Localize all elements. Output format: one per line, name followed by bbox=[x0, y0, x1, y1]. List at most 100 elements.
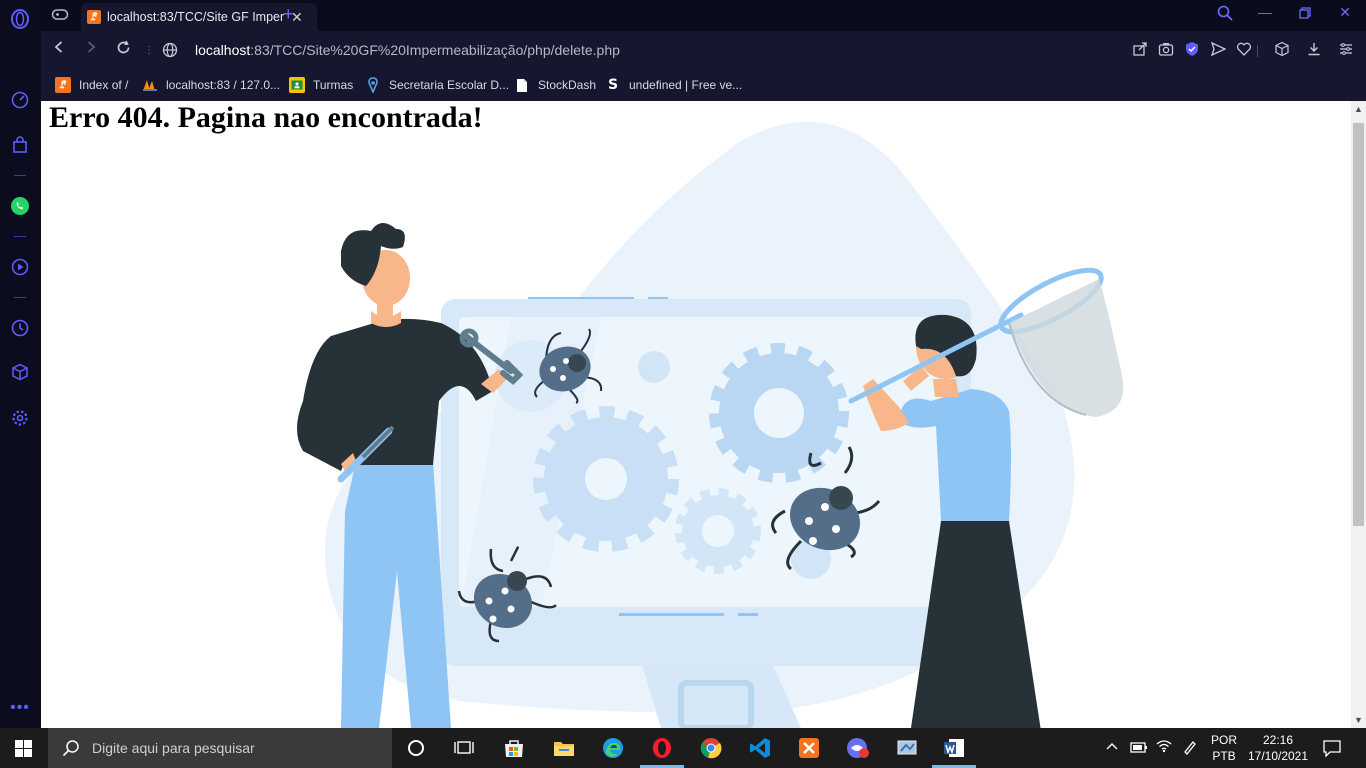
bug-hunting-illustration bbox=[297, 121, 1124, 728]
whatsapp-icon[interactable] bbox=[10, 196, 30, 216]
secretaria-icon bbox=[365, 77, 381, 93]
easy-setup-icon[interactable] bbox=[1337, 41, 1355, 59]
tab-strip: ꗓ localhost:83/TCC/Site GF Impermeabiliz… bbox=[41, 0, 1366, 31]
phpmyadmin-icon bbox=[142, 77, 158, 93]
page-scrollbar[interactable]: ▲ ▼ bbox=[1351, 101, 1366, 728]
gear-large-icon bbox=[533, 406, 679, 552]
share-icon[interactable] bbox=[1131, 41, 1149, 59]
clock-time: 22:16 bbox=[1262, 733, 1294, 747]
scroll-down-arrow-icon[interactable]: ▼ bbox=[1351, 712, 1366, 728]
pen-ink-icon[interactable] bbox=[1182, 739, 1198, 758]
deco-circle bbox=[638, 351, 670, 383]
xampp-favicon-icon: ꗓ bbox=[87, 10, 101, 24]
chrome-icon[interactable] bbox=[699, 736, 723, 760]
windows-taskbar: Digite aqui para pesquisar POR PTB 22:16… bbox=[0, 728, 1366, 768]
opera-menu-icon[interactable] bbox=[10, 9, 30, 29]
bookmark-phpmyadmin[interactable]: localhost:83 / 127.0... bbox=[142, 76, 280, 94]
bookmark-stockdash[interactable]: StockDash bbox=[514, 76, 596, 94]
forward-icon[interactable] bbox=[81, 40, 101, 59]
send-flow-icon[interactable] bbox=[1209, 41, 1227, 59]
classroom-icon bbox=[289, 77, 305, 93]
battery-icon[interactable] bbox=[1130, 740, 1148, 757]
tab-active[interactable]: ꗓ localhost:83/TCC/Site GF Impermeabiliz… bbox=[81, 3, 317, 31]
opera-taskbar-icon[interactable] bbox=[650, 736, 674, 760]
scrollbar-thumb[interactable] bbox=[1353, 123, 1364, 526]
language-indicator[interactable]: POR PTB bbox=[1206, 732, 1242, 764]
deco-line bbox=[738, 613, 758, 616]
bookmark-heart-icon[interactable] bbox=[1235, 41, 1253, 59]
taskbar-search-box[interactable]: Digite aqui para pesquisar bbox=[48, 728, 392, 768]
keyboard-layout: PTB bbox=[1212, 749, 1236, 763]
bookmark-label: Index of / bbox=[79, 78, 129, 92]
url-field[interactable]: localhost:83/TCC/Site%20GF%20Impermeabil… bbox=[195, 42, 620, 58]
reload-icon[interactable] bbox=[113, 40, 133, 60]
vpn-shield-icon[interactable] bbox=[1183, 41, 1201, 59]
address-bar-row: ⋮ localhost:83/TCC/Site%20GF%20Impermeab… bbox=[41, 31, 1366, 69]
page-viewport: Erro 404. Pagina nao encontrada! bbox=[41, 101, 1351, 728]
bookmark-label: localhost:83 / 127.0... bbox=[166, 78, 281, 92]
xampp-icon: ꗓ bbox=[55, 77, 71, 93]
bookmark-label: StockDash bbox=[538, 78, 597, 92]
history-icon[interactable] bbox=[10, 318, 30, 338]
back-icon[interactable] bbox=[49, 40, 69, 59]
cortana-icon[interactable] bbox=[404, 736, 428, 760]
gaming-controller-icon[interactable] bbox=[51, 6, 71, 24]
show-hidden-icons-icon[interactable] bbox=[1105, 740, 1119, 754]
url-path: :83/TCC/Site%20GF%20Impermeabilização/ph… bbox=[250, 42, 620, 58]
wifi-icon[interactable] bbox=[1156, 739, 1172, 756]
shopping-icon[interactable] bbox=[10, 135, 30, 155]
clock-date: 17/10/2021 bbox=[1247, 749, 1309, 763]
control-panel-icon[interactable] bbox=[895, 736, 919, 760]
word-icon[interactable] bbox=[942, 736, 966, 760]
drag-handle-icon: ⋮ bbox=[144, 45, 154, 56]
gear-medium-icon bbox=[709, 343, 849, 483]
sidebar-divider bbox=[14, 175, 26, 176]
windows-start-icon[interactable] bbox=[15, 740, 32, 757]
player-icon[interactable] bbox=[10, 257, 30, 277]
browser-sidebar: ••• bbox=[0, 0, 41, 728]
search-tabs-icon[interactable] bbox=[1215, 5, 1235, 24]
bookmark-label: undefined | Free ve... bbox=[629, 78, 743, 92]
search-placeholder: Digite aqui para pesquisar bbox=[92, 740, 255, 756]
snapshot-camera-icon[interactable] bbox=[1157, 41, 1175, 59]
discord-like-icon[interactable] bbox=[846, 736, 870, 760]
microsoft-store-icon[interactable] bbox=[502, 736, 526, 760]
restore-window-icon[interactable] bbox=[1295, 6, 1315, 22]
gear-small-icon bbox=[675, 488, 761, 574]
search-icon bbox=[62, 740, 79, 757]
close-window-icon[interactable]: ✕ bbox=[1335, 4, 1355, 21]
page-icon bbox=[514, 77, 530, 93]
file-explorer-icon[interactable] bbox=[552, 736, 576, 760]
download-icon[interactable] bbox=[1305, 41, 1323, 59]
bookmark-secretaria[interactable]: Secretaria Escolar D... bbox=[365, 76, 509, 94]
bookmark-label: Turmas bbox=[313, 78, 354, 92]
task-view-icon[interactable] bbox=[452, 736, 476, 760]
extensions-cube-icon[interactable] bbox=[10, 362, 30, 382]
new-tab-plus-icon[interactable]: + bbox=[283, 4, 294, 25]
bookmark-label: Secretaria Escolar D... bbox=[389, 78, 510, 92]
minimize-window-icon[interactable]: — bbox=[1255, 4, 1275, 20]
xampp-taskbar-icon[interactable] bbox=[797, 736, 821, 760]
more-options-icon[interactable]: ••• bbox=[10, 698, 30, 718]
sidebar-divider bbox=[14, 297, 26, 298]
url-host: localhost bbox=[195, 42, 251, 58]
site-info-globe-icon[interactable] bbox=[162, 42, 178, 58]
language-code: POR bbox=[1210, 733, 1237, 747]
bookmark-turmas[interactable]: Turmas bbox=[289, 76, 353, 94]
scroll-up-arrow-icon[interactable]: ▲ bbox=[1351, 101, 1366, 117]
bookmark-undefined[interactable]: S undefined | Free ve... bbox=[605, 76, 742, 94]
deco-line bbox=[619, 613, 724, 616]
bookmarks-bar: ꗓ Index of / localhost:83 / 127.0... Tur… bbox=[41, 69, 1366, 101]
speed-dial-icon[interactable] bbox=[10, 90, 30, 110]
sidebar-divider bbox=[14, 236, 26, 237]
tab-title: localhost:83/TCC/Site GF Impermeabilizaç… bbox=[107, 10, 285, 24]
edge-browser-icon[interactable] bbox=[601, 736, 625, 760]
bookmark-index-of[interactable]: ꗓ Index of / bbox=[55, 76, 128, 94]
notifications-icon[interactable] bbox=[1322, 739, 1342, 760]
vscode-icon[interactable] bbox=[748, 736, 772, 760]
s-logo-icon: S bbox=[607, 77, 619, 93]
settings-gear-icon[interactable] bbox=[10, 408, 30, 428]
toolbar-divider bbox=[1257, 45, 1258, 57]
clock[interactable]: 22:16 17/10/2021 bbox=[1244, 732, 1312, 764]
extensions-icon[interactable] bbox=[1273, 41, 1291, 59]
